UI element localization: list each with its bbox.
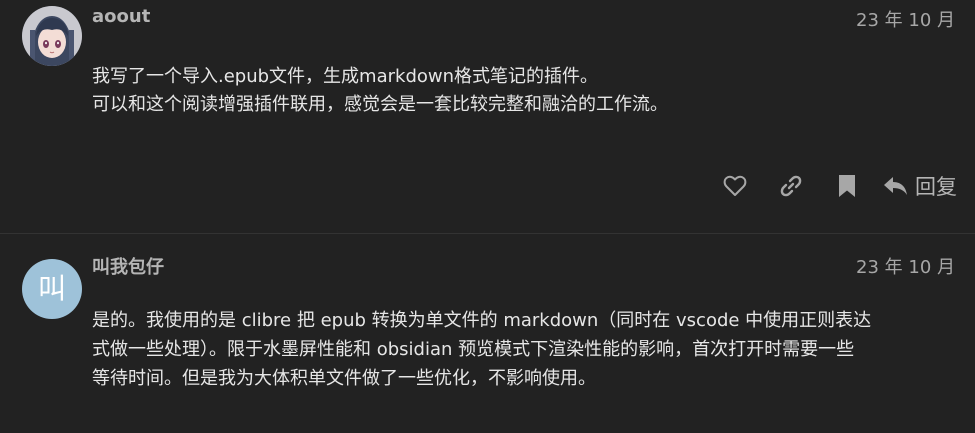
post-body-line: 我写了一个导入.epub文件，生成markdown格式笔记的插件。 xyxy=(92,66,599,87)
share-link-button[interactable] xyxy=(777,172,805,200)
post-body-line: 等待时间。但是我为大体积单文件做了一些优化，不影响使用。 xyxy=(92,368,596,389)
reply-label: 回复 xyxy=(915,175,957,199)
anime-avatar-image xyxy=(22,6,82,66)
avatar[interactable] xyxy=(22,6,82,66)
bookmark-icon xyxy=(839,175,855,197)
post: aoout 23 年 10 月 我写了一个导入.epub文件，生成markdow… xyxy=(0,0,975,233)
link-icon xyxy=(780,175,802,197)
heart-icon xyxy=(723,175,747,196)
username[interactable]: aoout xyxy=(92,6,150,27)
avatar-letter: 叫 xyxy=(37,272,66,305)
like-button[interactable] xyxy=(721,172,749,200)
post-body-line: 可以和这个阅读增强插件联用，感觉会是一套比较完整和融洽的工作流。 xyxy=(92,94,668,115)
reply-button[interactable]: 回复 xyxy=(883,171,957,201)
post-date[interactable]: 23 年 10 月 xyxy=(856,6,955,32)
bookmark-button[interactable] xyxy=(833,172,861,200)
post-actions: 回复 xyxy=(693,170,957,202)
reply-icon xyxy=(884,177,907,195)
post-body-line: 式做一些处理）。限于水墨屏性能和 obsidian 预览模式下渲染性能的影响，首… xyxy=(92,339,855,360)
avatar[interactable]: 叫 xyxy=(22,259,82,319)
username[interactable]: 叫我包仔 xyxy=(92,253,164,279)
post-body-line: 是的。我使用的是 clibre 把 epub 转换为单文件的 markdown（… xyxy=(92,310,872,331)
post-date[interactable]: 23 年 10 月 xyxy=(856,253,955,279)
post: 叫 叫我包仔 23 年 10 月 是的。我使用的是 clibre 把 epub … xyxy=(0,233,975,433)
